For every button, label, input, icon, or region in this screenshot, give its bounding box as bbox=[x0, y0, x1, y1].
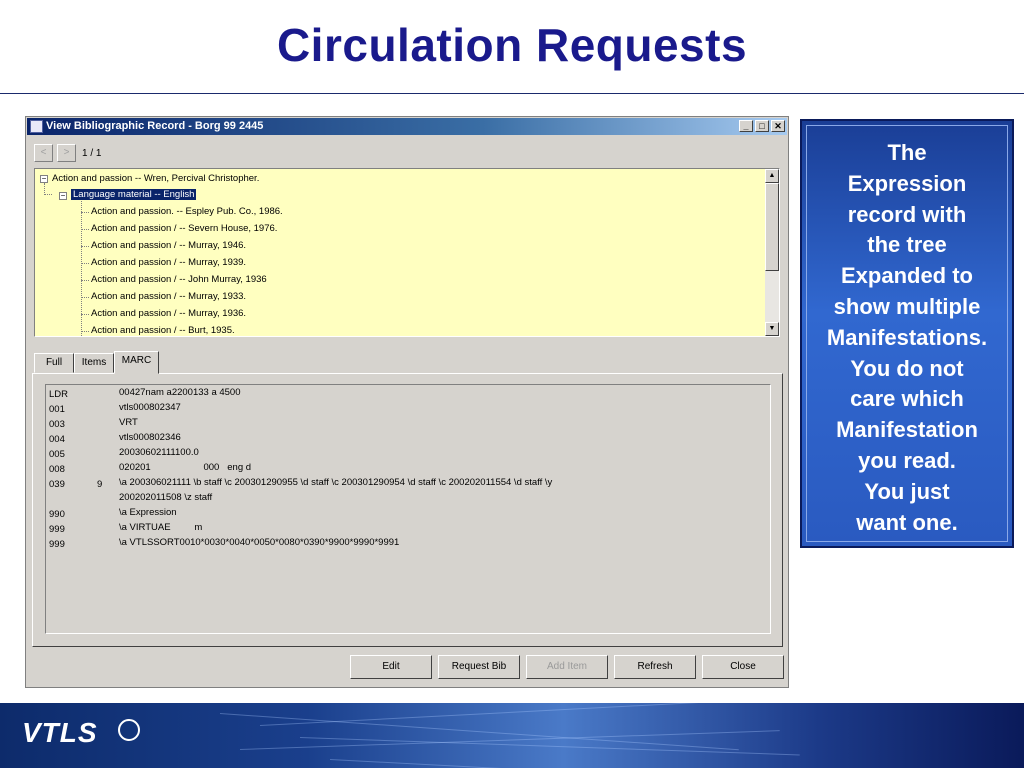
marc-tag: 004 bbox=[49, 434, 65, 445]
refresh-button[interactable]: Refresh bbox=[614, 655, 696, 679]
callout-line: Expanded to bbox=[840, 263, 973, 289]
callout-line: You just bbox=[864, 478, 950, 504]
annotation-callout: The Expression record with the tree Expa… bbox=[800, 119, 1014, 548]
close-window-button[interactable]: ✕ bbox=[771, 120, 785, 132]
tree-leaf-node[interactable]: Action and passion / -- Severn House, 19… bbox=[91, 223, 277, 235]
marc-indicator: 9 bbox=[97, 479, 103, 490]
window-titlebar[interactable]: View Bibliographic Record - Borg 99 2445… bbox=[27, 118, 787, 135]
tree-connector bbox=[81, 297, 89, 298]
tree-child-label: Language material -- English bbox=[71, 189, 197, 200]
scroll-thumb[interactable] bbox=[765, 183, 779, 271]
marc-value-continued: 200202011508 \z staff bbox=[119, 492, 213, 503]
callout-line: Expression bbox=[847, 170, 967, 196]
marc-tag: 999 bbox=[49, 539, 65, 550]
tab-marc[interactable]: MARC bbox=[114, 351, 159, 374]
tree-leaf-node[interactable]: Action and passion / -- Murray, 1936. bbox=[91, 308, 246, 320]
record-tree[interactable]: − Action and passion -- Wren, Percival C… bbox=[34, 168, 780, 337]
slide-title: Circulation Requests bbox=[276, 19, 748, 71]
tree-connector bbox=[81, 331, 89, 332]
marc-value: vtls000802347 bbox=[119, 402, 181, 413]
marc-value: \a VIRTUAE m bbox=[119, 522, 203, 533]
marc-value: 00427nam a2200133 a 4500 bbox=[119, 387, 241, 398]
tree-leaf-node[interactable]: Action and passion / -- Murray, 1946. bbox=[91, 240, 246, 252]
edit-button[interactable]: Edit bbox=[350, 655, 432, 679]
record-pager: 1 / 1 bbox=[82, 148, 102, 159]
add-item-button[interactable]: Add Item bbox=[526, 655, 608, 679]
window-title: View Bibliographic Record - Borg 99 2445 bbox=[46, 120, 264, 132]
marc-tag: LDR bbox=[49, 389, 69, 400]
previous-record-button[interactable]: < bbox=[34, 144, 53, 162]
vtls-logo-text: VTLS bbox=[22, 717, 98, 748]
callout-line: want one. bbox=[856, 509, 958, 535]
tree-vertical-scrollbar[interactable]: ▲ ▼ bbox=[765, 169, 779, 336]
request-bib-button[interactable]: Request Bib bbox=[438, 655, 520, 679]
tree-connector bbox=[81, 212, 89, 213]
callout-line: record with bbox=[847, 201, 967, 227]
fiber-streak bbox=[299, 737, 800, 756]
marc-tag: 005 bbox=[49, 449, 65, 460]
tree-leaf-node[interactable]: Action and passion / -- Murray, 1939. bbox=[91, 257, 246, 269]
vtls-logo-globe-icon bbox=[118, 719, 140, 741]
fiber-streak bbox=[259, 703, 740, 726]
fiber-streak bbox=[329, 759, 750, 768]
callout-line: care which bbox=[850, 386, 964, 412]
tree-connector bbox=[81, 280, 89, 281]
tree-leaf-node[interactable]: Action and passion / -- Burt, 1935. bbox=[91, 325, 235, 336]
marc-tag: 001 bbox=[49, 404, 65, 415]
tree-connector bbox=[81, 229, 89, 230]
tree-connector bbox=[81, 314, 89, 315]
minimize-button[interactable]: _ bbox=[739, 120, 753, 132]
callout-line: show multiple bbox=[833, 293, 981, 319]
marc-record-view[interactable]: LDR 00427nam a2200133 a 4500 001 vtls000… bbox=[45, 384, 771, 634]
maximize-button[interactable]: □ bbox=[755, 120, 769, 132]
next-record-button[interactable]: > bbox=[57, 144, 76, 162]
marc-tag: 999 bbox=[49, 524, 65, 535]
callout-line: You do not bbox=[850, 355, 964, 381]
tree-leaf-node[interactable]: Action and passion. -- Espley Pub. Co., … bbox=[91, 206, 283, 218]
tree-connector bbox=[81, 246, 89, 247]
marc-value: 020201 000 eng d bbox=[119, 462, 252, 473]
marc-value: \a Expression bbox=[119, 507, 177, 518]
collapse-child-icon[interactable]: − bbox=[59, 192, 67, 200]
tree-connector bbox=[44, 194, 52, 195]
tab-items[interactable]: Items bbox=[74, 353, 114, 373]
tree-leaf-node[interactable]: Action and passion / -- Murray, 1933. bbox=[91, 291, 246, 303]
tree-root-node[interactable]: Action and passion -- Wren, Percival Chr… bbox=[52, 173, 259, 185]
callout-line: The bbox=[887, 140, 927, 165]
marc-tag: 003 bbox=[49, 419, 65, 430]
scroll-up-arrow-icon[interactable]: ▲ bbox=[765, 169, 779, 183]
marc-value: vtls000802346 bbox=[119, 432, 181, 443]
close-button[interactable]: Close bbox=[702, 655, 784, 679]
tab-full[interactable]: Full bbox=[34, 353, 74, 373]
tree-leaf-node[interactable]: Action and passion / -- John Murray, 193… bbox=[91, 274, 267, 286]
tree-child-node[interactable]: Language material -- English bbox=[71, 189, 197, 201]
callout-line: Manifestations. bbox=[826, 324, 988, 350]
app-icon bbox=[30, 120, 43, 133]
fiber-streak bbox=[219, 713, 739, 751]
marc-value: \a VTLSSORT0010*0030*0040*0050*0080*0390… bbox=[119, 537, 400, 548]
marc-tag: 990 bbox=[49, 509, 65, 520]
marc-value: 20030602111100.0 bbox=[119, 447, 199, 458]
collapse-root-icon[interactable]: − bbox=[40, 175, 48, 183]
bibliographic-record-window: View Bibliographic Record - Borg 99 2445… bbox=[25, 116, 789, 688]
footer-banner: VTLS bbox=[0, 703, 1024, 768]
callout-text: The Expression record with the tree Expa… bbox=[802, 138, 1012, 538]
callout-line: Manifestation bbox=[836, 417, 978, 443]
marc-value: VRT bbox=[119, 417, 138, 428]
marc-value: \a 200306021111 \b staff \c 200301290955… bbox=[119, 477, 553, 488]
marc-tag: 039 bbox=[49, 479, 65, 490]
tree-connector bbox=[81, 201, 82, 336]
callout-line: the tree bbox=[867, 232, 947, 258]
title-divider bbox=[0, 93, 1024, 94]
callout-line: you read. bbox=[858, 447, 956, 473]
marc-tag: 008 bbox=[49, 464, 65, 475]
tree-connector bbox=[81, 263, 89, 264]
scroll-down-arrow-icon[interactable]: ▼ bbox=[765, 322, 779, 336]
